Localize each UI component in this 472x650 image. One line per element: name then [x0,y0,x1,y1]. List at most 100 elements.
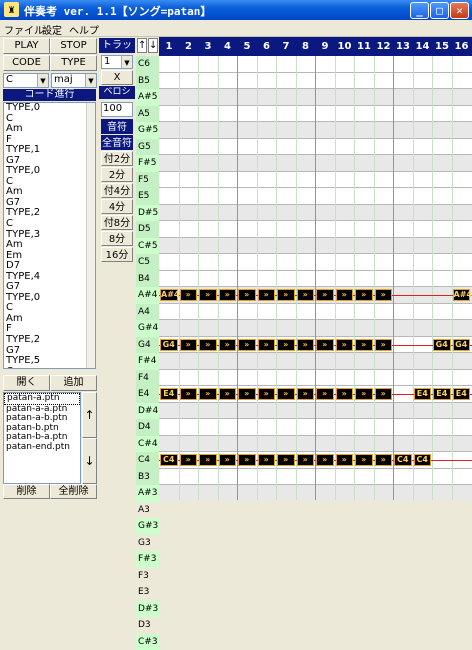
note-tie[interactable]: » [199,339,217,351]
note-tie[interactable]: » [180,339,198,351]
root-select[interactable]: C ▼ [3,73,49,88]
pattern-list[interactable]: patan-a.ptnpatan-a-a.ptnpatan-a-b.ptnpat… [3,392,81,484]
note-tie[interactable]: » [277,388,295,400]
note-tie[interactable]: » [375,454,393,466]
piano-roll-grid[interactable]: A#4»»»»»»»»»»»A#4G4»»»»»»»»»»»G4G4E4»»»»… [159,56,472,500]
note-tie[interactable]: » [277,289,295,301]
note-cell[interactable]: A#4 [160,289,178,301]
note-tie[interactable]: » [219,454,237,466]
note-tie[interactable]: » [277,339,295,351]
note-tie[interactable]: » [297,454,315,466]
note-tie[interactable]: » [277,454,295,466]
note-tie[interactable]: » [238,339,256,351]
menu-file[interactable]: ファイル [4,22,44,37]
note-tie[interactable]: » [336,454,354,466]
note-tie[interactable]: » [375,339,393,351]
note-tie[interactable]: » [355,339,373,351]
note-tie[interactable]: » [199,388,217,400]
clear-track-button[interactable]: X [101,70,133,85]
delete-button[interactable]: 削除 [3,484,50,499]
note-tie[interactable]: » [258,454,276,466]
quality-select[interactable]: maj ▼ [51,73,97,88]
velocity-input[interactable]: 100 [101,102,133,117]
note-tie[interactable]: » [219,289,237,301]
note-length-button[interactable]: 全音符 [101,135,133,150]
note-tie[interactable]: » [375,388,393,400]
note-tie[interactable]: » [375,289,393,301]
note-length-button[interactable]: 付2分 [101,151,133,166]
note-length-button[interactable]: 付8分 [101,215,133,230]
chord-list-item[interactable]: Am [4,124,95,135]
note-cell[interactable]: E4 [414,388,432,400]
note-length-button[interactable]: 4分 [101,199,133,214]
note-tie[interactable]: » [297,289,315,301]
note-tie[interactable]: » [355,454,373,466]
pattern-list-item[interactable]: patan-a.ptn [4,393,80,405]
add-button[interactable]: 追加 [50,375,97,391]
minimize-button[interactable]: _ [410,2,429,19]
note-tie[interactable]: » [238,454,256,466]
open-button[interactable]: 開く [3,375,50,391]
note-tie[interactable]: » [219,339,237,351]
note-tie[interactable]: » [336,289,354,301]
move-down-button[interactable]: ↓ [82,438,97,484]
note-tie[interactable]: » [199,454,217,466]
note-cell[interactable]: G4 [453,339,471,351]
note-cell[interactable]: E4 [160,388,178,400]
chord-list-item[interactable]: C [4,367,95,369]
note-cell[interactable]: A#4 [453,289,471,301]
note-tie[interactable]: » [355,289,373,301]
note-length-button[interactable]: 8分 [101,231,133,246]
menu-help[interactable]: ヘルプ [69,22,99,37]
note-tie[interactable]: » [316,388,334,400]
code-button[interactable]: CODE [3,55,50,71]
note-tie[interactable]: » [316,289,334,301]
note-tie[interactable]: » [180,454,198,466]
note-tie[interactable]: » [180,289,198,301]
note-tie[interactable]: » [297,388,315,400]
chord-progression-list[interactable]: TYPE,0CAmFTYPE,1G7TYPE,0CAmG7TYPE,2CTYPE… [3,102,96,369]
note-tie[interactable]: » [297,339,315,351]
move-up-button[interactable]: ↑ [82,392,97,438]
note-tie[interactable]: » [355,388,373,400]
scroll-up-button[interactable]: ↑ [137,38,147,53]
scroll-down-button[interactable]: ↓ [148,38,158,53]
note-length-button[interactable]: 2分 [101,167,133,182]
note-tie[interactable]: » [316,339,334,351]
chord-list-item[interactable]: TYPE,2 [4,335,95,346]
note-tie[interactable]: » [258,388,276,400]
note-tie[interactable]: » [336,339,354,351]
stop-button[interactable]: STOP [50,38,97,54]
note-tie[interactable]: » [316,454,334,466]
chord-list-item[interactable]: TYPE,0 [4,293,95,304]
chord-list-item[interactable]: TYPE,0 [4,103,95,114]
type-button[interactable]: TYPE [50,55,97,71]
note-cell[interactable]: C4 [414,454,432,466]
chord-list-item[interactable]: Am [4,314,95,325]
note-cell[interactable]: G4 [433,339,451,351]
maximize-button[interactable]: □ [430,2,449,19]
note-tie[interactable]: » [258,339,276,351]
close-button[interactable]: ✕ [450,2,469,19]
chord-list-item[interactable]: TYPE,2 [4,208,95,219]
scrollbar[interactable] [86,103,95,368]
note-tie[interactable]: » [238,388,256,400]
pattern-list-item[interactable]: patan-end.ptn [4,443,80,453]
note-tie[interactable]: » [238,289,256,301]
menu-settings[interactable]: 設定 [42,22,62,37]
note-tie[interactable]: » [258,289,276,301]
note-tie[interactable]: » [336,388,354,400]
note-cell[interactable]: C4 [394,454,412,466]
note-tie[interactable]: » [199,289,217,301]
chord-list-item[interactable]: TYPE,5 [4,356,95,367]
note-cell[interactable]: E4 [433,388,451,400]
delete-all-button[interactable]: 全削除 [50,484,97,499]
chord-list-item[interactable]: TYPE,0 [4,166,95,177]
note-tie[interactable]: » [219,388,237,400]
note-tie[interactable]: » [180,388,198,400]
note-cell[interactable]: C4 [160,454,178,466]
note-length-button[interactable]: 16分 [101,247,133,262]
track-select[interactable]: 1 ▼ [101,55,133,69]
note-length-button[interactable]: 付4分 [101,183,133,198]
play-button[interactable]: PLAY [3,38,50,54]
